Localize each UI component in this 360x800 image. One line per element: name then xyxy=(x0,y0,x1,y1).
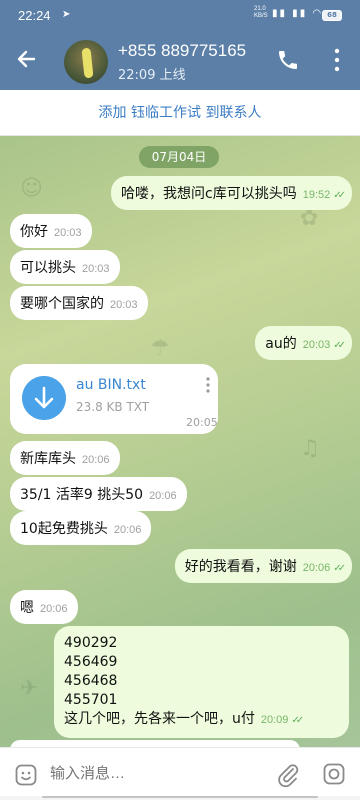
message-text: 你好 xyxy=(20,224,48,240)
message-text: 哈喽，我想问c库可以挑头吗 xyxy=(121,186,297,202)
status-time: 22:24 xyxy=(18,8,51,23)
message-time: 20:09 xyxy=(260,714,289,726)
message-time: 20:03 xyxy=(82,263,110,275)
message-input[interactable] xyxy=(50,765,250,782)
wallpaper-doodle-icon: ☺ xyxy=(20,176,43,201)
read-checkmarks-icon: ✓✓ xyxy=(333,563,346,574)
message-time: 20:06 xyxy=(40,603,68,615)
network-speed-value: 21.0 xyxy=(254,6,266,12)
message-text: 35/1 活率9 挑头50 xyxy=(20,487,144,503)
more-options-icon[interactable] xyxy=(334,46,340,74)
message-text: 10起免费挑头 xyxy=(20,521,108,537)
read-checkmarks-icon: ✓✓ xyxy=(291,715,304,726)
message-time: 20:03 xyxy=(302,339,331,351)
file-attachment[interactable]: au BIN.txt 23.8 KB TXT 20:05 xyxy=(10,364,218,434)
network-speed-unit: KB/S xyxy=(254,13,268,19)
top-app-bar: 22:24 ➤ 21.0 KB/S ▮▮ ▮▮ ◠ 68 +855 889775… xyxy=(0,0,360,90)
signal-wifi-icons: ▮▮ ▮▮ ◠ xyxy=(272,8,324,19)
message-time: 20:06 xyxy=(302,562,331,574)
phone-call-icon[interactable] xyxy=(276,48,300,72)
message-line: 456469 xyxy=(64,654,118,670)
incoming-message[interactable]: 嗯 20:06 xyxy=(10,590,78,624)
file-name[interactable]: au BIN.txt xyxy=(76,377,146,393)
incoming-message[interactable]: 新库库头 20:06 xyxy=(10,441,120,475)
incoming-message-partial[interactable] xyxy=(10,740,300,747)
message-text: 嗯 xyxy=(20,600,34,616)
message-time: 20:05 xyxy=(186,416,218,429)
message-time: 20:03 xyxy=(54,227,82,239)
incoming-message[interactable]: 可以挑头 20:03 xyxy=(10,250,120,284)
message-line: 这几个吧，先各来一个吧，u付 xyxy=(64,711,255,727)
wallpaper-doodle-icon: ✈ xyxy=(20,676,39,701)
contact-avatar[interactable] xyxy=(64,40,108,84)
download-icon[interactable] xyxy=(22,376,66,420)
message-last-line: 这几个吧，先各来一个吧，u付 20:09 ✓✓ xyxy=(64,710,339,730)
read-checkmarks-icon: ✓✓ xyxy=(333,340,346,351)
outgoing-message[interactable]: au的 20:03 ✓✓ xyxy=(255,326,352,360)
message-line: 455701 xyxy=(64,692,118,708)
file-menu-icon[interactable] xyxy=(206,376,210,394)
add-to-contacts-button[interactable]: 添加 钰临工作试 到联系人 xyxy=(0,90,360,136)
message-line: 490292 xyxy=(64,635,118,651)
read-checkmarks-icon: ✓✓ xyxy=(333,190,346,201)
contact-last-seen: 22:09 上线 xyxy=(118,68,186,83)
outgoing-message[interactable]: 哈喽，我想问c库可以挑头吗 19:52 ✓✓ xyxy=(111,176,352,210)
date-divider: 07月04日 xyxy=(139,146,219,168)
incoming-message[interactable]: 10起免费挑头 20:06 xyxy=(10,511,152,545)
battery-icon: 68 xyxy=(322,10,342,21)
camera-icon[interactable] xyxy=(322,762,346,786)
message-text: 好的我看看，谢谢 xyxy=(184,559,297,575)
message-input-bar xyxy=(0,747,360,800)
message-line: 456468 xyxy=(64,673,118,689)
chat-history[interactable]: ☺ ✿ ☂ ♫ ★ ✈ 07月04日 哈喽，我想问c库可以挑头吗19:52✓✓ … xyxy=(0,136,360,747)
outgoing-message-multiline[interactable]: 490292 456469 456468 455701 这几个吧，先各来一个吧，… xyxy=(54,626,349,738)
gesture-nav-bar[interactable] xyxy=(0,796,360,800)
message-time: 20:03 xyxy=(110,299,138,311)
message-text: 新库库头 xyxy=(20,451,76,467)
network-speed: 21.0 KB/S xyxy=(254,6,268,20)
message-time: 20:06 xyxy=(149,490,177,502)
wallpaper-doodle-icon: ♫ xyxy=(300,436,320,461)
outgoing-message[interactable]: 好的我看看，谢谢 20:06 ✓✓ xyxy=(174,549,352,583)
incoming-message[interactable]: 要哪个国家的 20:03 xyxy=(10,286,148,320)
message-text: 要哪个国家的 xyxy=(20,296,104,312)
attach-paperclip-icon[interactable] xyxy=(276,762,300,788)
contact-phone-title[interactable]: +855 889775165 xyxy=(118,41,246,61)
battery-level: 68 xyxy=(327,11,337,19)
status-bar: 22:24 ➤ 21.0 KB/S ▮▮ ▮▮ ◠ 68 xyxy=(0,0,360,30)
message-time: 20:06 xyxy=(113,524,142,536)
telegram-notification-icon: ➤ xyxy=(62,9,71,20)
message-time: 20:06 xyxy=(82,454,110,466)
file-size: 23.8 KB TXT xyxy=(76,400,150,414)
message-time: 19:52 xyxy=(302,189,331,201)
incoming-message[interactable]: 35/1 活率9 挑头50 20:06 xyxy=(10,477,187,511)
emoji-sticker-icon[interactable] xyxy=(14,763,38,787)
wallpaper-doodle-icon: ☂ xyxy=(150,336,170,361)
message-text: 可以挑头 xyxy=(20,260,76,276)
message-text: au的 xyxy=(265,336,297,352)
back-arrow-icon[interactable] xyxy=(14,44,40,74)
incoming-message[interactable]: 你好 20:03 xyxy=(10,214,92,248)
